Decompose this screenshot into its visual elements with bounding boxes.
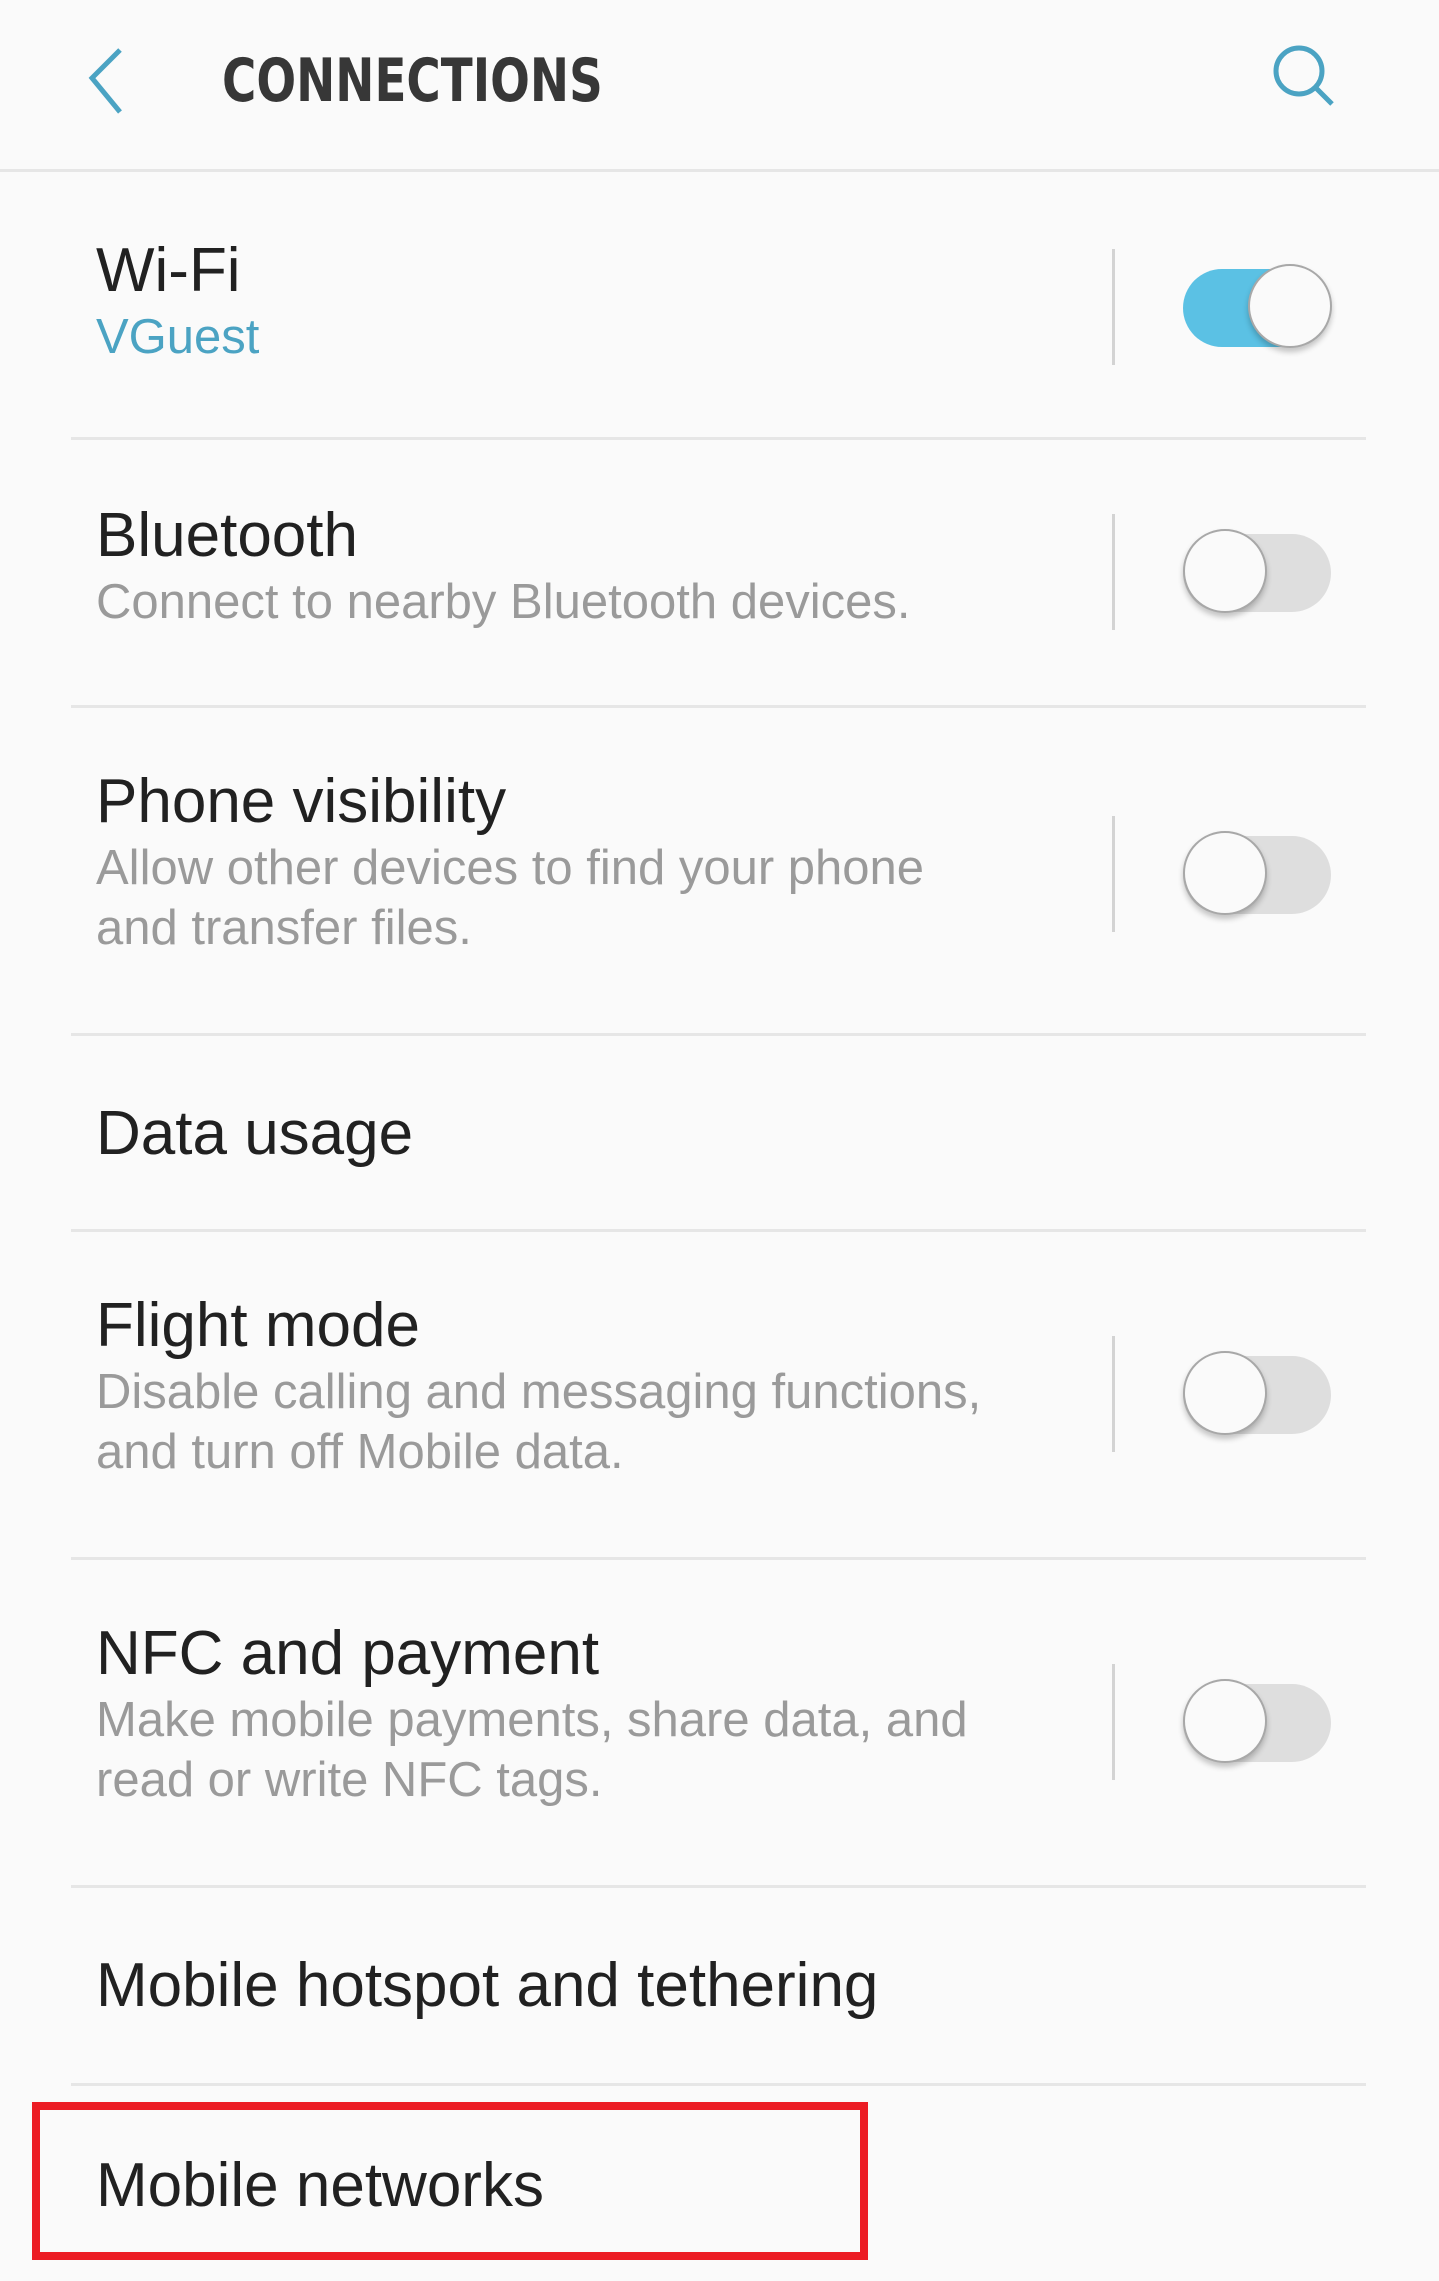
flight-mode-title: Flight mode (96, 1291, 420, 1360)
mobile-hotspot-tethering-item[interactable]: Mobile hotspot and tethering (0, 1888, 1439, 2086)
phone-visibility-toggle[interactable] (1183, 831, 1331, 915)
divider-vertical (1112, 1336, 1115, 1452)
data-usage-title: Data usage (96, 1099, 414, 1168)
wifi-text: Wi-Fi VGuest (96, 235, 259, 367)
app-bar: CONNECTIONS (0, 0, 1439, 172)
nfc-payment-subtitle-line-2: read or write NFC tags. (96, 1753, 603, 1807)
toggle-thumb (1183, 1679, 1267, 1763)
bluetooth-title: Bluetooth (96, 501, 358, 570)
divider-vertical (1112, 1664, 1115, 1780)
mobile-networks-text: Mobile networks (96, 2150, 544, 2222)
flight-mode-item[interactable]: Flight mode Disable calling and messagin… (0, 1232, 1439, 1560)
phone-visibility-text: Phone visibility Allow other devices to … (96, 766, 924, 958)
nfc-payment-toggle[interactable] (1183, 1679, 1331, 1763)
mobile-hotspot-text: Mobile hotspot and tethering (96, 1950, 878, 2022)
mobile-networks-title: Mobile networks (96, 2151, 544, 2220)
toggle-thumb (1183, 1351, 1267, 1435)
toggle-thumb (1183, 529, 1267, 613)
search-icon (1273, 45, 1334, 106)
divider-vertical (1112, 514, 1115, 630)
mobile-hotspot-title: Mobile hotspot and tethering (96, 1951, 879, 2020)
nfc-payment-text: NFC and payment Make mobile payments, sh… (96, 1618, 968, 1810)
chevron-left-icon (88, 48, 122, 114)
phone-visibility-subtitle-line-1: Allow other devices to find your phone (96, 841, 925, 895)
mobile-networks-item[interactable]: Mobile networks (0, 2086, 1439, 2281)
data-usage-item[interactable]: Data usage (0, 1036, 1439, 1232)
page-title: CONNECTIONS (222, 46, 603, 116)
bluetooth-item[interactable]: Bluetooth Connect to nearby Bluetooth de… (0, 440, 1439, 708)
toggle-thumb (1183, 831, 1267, 915)
wifi-network-name: VGuest (96, 310, 260, 364)
phone-visibility-subtitle-line-2: and transfer files. (96, 901, 472, 955)
flight-mode-text: Flight mode Disable calling and messagin… (96, 1290, 981, 1482)
connections-settings-screen: CONNECTIONS Wi-Fi VGuest Bluetooth Conne… (0, 0, 1439, 2281)
back-button[interactable] (70, 40, 150, 120)
divider-vertical (1112, 816, 1115, 932)
wifi-toggle[interactable] (1183, 264, 1332, 348)
nfc-payment-subtitle-line-1: Make mobile payments, share data, and (96, 1693, 968, 1747)
flight-mode-subtitle-line-2: and turn off Mobile data. (96, 1425, 624, 1479)
toggle-thumb (1248, 264, 1332, 348)
wifi-title: Wi-Fi (96, 236, 241, 305)
nfc-payment-item[interactable]: NFC and payment Make mobile payments, sh… (0, 1560, 1439, 1888)
data-usage-text: Data usage (96, 1098, 413, 1170)
bluetooth-subtitle: Connect to nearby Bluetooth devices. (96, 575, 911, 629)
bluetooth-toggle[interactable] (1183, 529, 1331, 613)
phone-visibility-item[interactable]: Phone visibility Allow other devices to … (0, 708, 1439, 1036)
flight-mode-subtitle-line-1: Disable calling and messaging functions, (96, 1365, 982, 1419)
divider-vertical (1112, 249, 1115, 365)
phone-visibility-title: Phone visibility (96, 767, 507, 836)
wifi-item[interactable]: Wi-Fi VGuest (0, 175, 1439, 440)
bluetooth-text: Bluetooth Connect to nearby Bluetooth de… (96, 500, 910, 632)
settings-list: Wi-Fi VGuest Bluetooth Connect to nearby… (0, 175, 1439, 2281)
flight-mode-toggle[interactable] (1183, 1351, 1331, 1435)
nfc-payment-title: NFC and payment (96, 1619, 600, 1688)
search-button[interactable] (1265, 40, 1345, 120)
